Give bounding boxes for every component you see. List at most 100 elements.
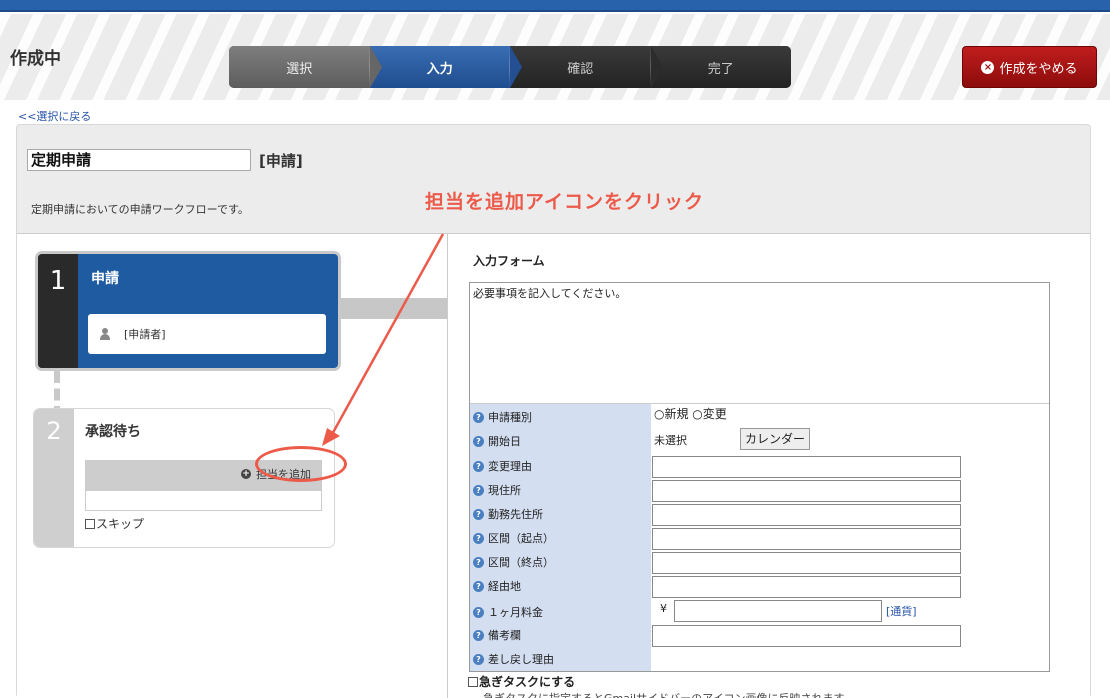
help-icon[interactable]: ? — [473, 508, 484, 520]
assignee-label: [申請者] — [124, 328, 166, 341]
form-note: 必要事項を記入してください。 — [473, 287, 627, 300]
help-icon[interactable]: ? — [473, 435, 484, 447]
workflow-pane: 1 申請 [申請者] 2 承認待ち + 担当を追加 スキップ — [17, 234, 447, 698]
field-label-text: １ヶ月料金 — [488, 606, 543, 619]
step-input-label: 入力 — [426, 61, 453, 77]
urgent-task-note: 急ぎタスクに指定するとGmailサイドバーのアイコン画像に反映されます — [483, 690, 845, 698]
field-label-text: 差し戻し理由 — [488, 653, 554, 666]
request-name-field[interactable]: 定期申請 — [27, 149, 251, 171]
field-row-return-reason: ? 差し戻し理由 — [470, 646, 1049, 670]
field-label-via: ? 経由地 — [473, 578, 521, 594]
type-radio-group[interactable]: ○新規 ○変更 — [654, 405, 727, 422]
main-panel: 定期申請 [申請] 定期申請においての申請ワークフローです。 担当を追加アイコン… — [16, 124, 1091, 698]
field-row-start: ? 開始日 未選択 カレンダー — [470, 428, 1049, 452]
help-icon[interactable]: ? — [473, 411, 484, 423]
calendar-button[interactable]: カレンダー — [740, 428, 810, 450]
monthly-fee-input[interactable] — [674, 600, 882, 622]
step-number: 2 — [34, 409, 74, 547]
field-row-to: ? 区間（終点） — [470, 549, 1049, 574]
currency-link[interactable]: [通貨] — [886, 603, 917, 619]
field-row-type: ? 申請種別 ○新規 ○変更 — [470, 404, 1049, 428]
field-label-text: 備考欄 — [488, 629, 521, 642]
field-row-reason: ? 変更理由 — [470, 453, 1049, 478]
field-label-start: ? 開始日 — [473, 433, 521, 449]
step-title: 承認待ち — [85, 424, 141, 440]
field-label-address: ? 現住所 — [473, 482, 521, 498]
field-row-via: ? 経由地 — [470, 573, 1049, 598]
step-number: 1 — [38, 254, 78, 368]
field-label-text: 区間（終点） — [488, 556, 554, 569]
field-row-from: ? 区間（起点） — [470, 525, 1049, 550]
field-label-text: 経由地 — [488, 580, 521, 593]
field-label-reason: ? 変更理由 — [473, 458, 532, 474]
step-input: 入力 — [369, 46, 522, 88]
top-bar — [0, 0, 1110, 12]
help-icon[interactable]: ? — [473, 653, 484, 665]
field-label-text: 開始日 — [488, 435, 521, 448]
help-icon[interactable]: ? — [473, 460, 484, 472]
help-icon[interactable]: ? — [473, 606, 484, 618]
page-title: 作成中 — [10, 49, 61, 69]
step-complete-label: 完了 — [707, 61, 734, 77]
field-label-from: ? 区間（起点） — [473, 530, 554, 546]
header: 作成中 選択 入力 確認 完了 × 作成をやめる — [0, 14, 1110, 100]
cancel-creation-label: 作成をやめる — [999, 61, 1078, 77]
urgent-task-label: 急ぎタスクにする — [479, 675, 576, 689]
form-pane: 入力フォーム 必要事項を記入してください。 ? 申請種別 ○新規 ○変更 ? 開始日… — [447, 234, 1090, 698]
skip-label: スキップ — [96, 517, 145, 531]
reason-input[interactable] — [652, 456, 961, 478]
start-date-value: 未選択 — [654, 434, 687, 447]
checkbox-box[interactable] — [468, 676, 478, 687]
help-icon[interactable]: ? — [473, 484, 484, 496]
help-icon[interactable]: ? — [473, 532, 484, 544]
field-label-text: 区間（起点） — [488, 532, 554, 545]
help-icon[interactable]: ? — [473, 556, 484, 568]
step-confirm: 確認 — [510, 46, 663, 88]
step-title: 申請 — [91, 271, 119, 287]
skip-checkbox[interactable]: スキップ — [85, 515, 144, 532]
field-label-text: 勤務先住所 — [488, 508, 543, 521]
request-type-label: [申請] — [259, 152, 303, 170]
field-label-office: ? 勤務先住所 — [473, 506, 543, 522]
field-row-fee: ? １ヶ月料金 ¥ [通貨] — [470, 599, 1049, 623]
section-end-input[interactable] — [652, 552, 961, 574]
field-label-type: ? 申請種別 — [473, 409, 532, 425]
step-complete: 完了 — [650, 46, 791, 88]
workflow-step-apply[interactable]: 1 申請 [申請者] — [35, 251, 341, 371]
help-icon[interactable]: ? — [473, 580, 484, 592]
plus-circle-icon: + — [241, 469, 251, 479]
request-description: 定期申請においての申請ワークフローです。 — [31, 203, 249, 216]
field-row-remarks: ? 備考欄 — [470, 622, 1049, 647]
remarks-input[interactable] — [652, 625, 961, 647]
field-label-fee: ? １ヶ月料金 — [473, 604, 543, 620]
instruction-annotation: 担当を追加アイコンをクリック — [425, 191, 705, 213]
highlight-ellipse — [255, 446, 347, 482]
field-row-address: ? 現住所 — [470, 477, 1049, 502]
form-title: 入力フォーム — [473, 254, 545, 268]
address-input[interactable] — [652, 480, 961, 502]
office-address-input[interactable] — [652, 504, 961, 526]
field-label-text: 変更理由 — [488, 460, 532, 473]
input-form: 必要事項を記入してください。 ? 申請種別 ○新規 ○変更 ? 開始日 未選択 カレ… — [469, 282, 1050, 672]
close-circle-icon: × — [981, 60, 995, 74]
section-start-input[interactable] — [652, 528, 961, 550]
field-label-to: ? 区間（終点） — [473, 554, 554, 570]
field-label-return-reason: ? 差し戻し理由 — [473, 651, 554, 667]
field-label-remarks: ? 備考欄 — [473, 627, 521, 643]
back-to-select-link[interactable]: <<選択に戻る — [18, 108, 91, 124]
field-row-office: ? 勤務先住所 — [470, 501, 1049, 526]
step-select: 選択 — [229, 46, 382, 88]
urgent-task-checkbox[interactable]: 急ぎタスクにする — [468, 673, 575, 690]
field-label-text: 現住所 — [488, 484, 521, 497]
step-select-label: 選択 — [286, 61, 313, 77]
step-confirm-label: 確認 — [567, 61, 594, 77]
checkbox-box[interactable] — [85, 518, 95, 529]
person-icon — [100, 328, 110, 340]
via-input[interactable] — [652, 576, 961, 598]
help-icon[interactable]: ? — [473, 629, 484, 641]
cancel-creation-button[interactable]: × 作成をやめる — [962, 46, 1097, 88]
progress-steps: 選択 入力 確認 完了 — [229, 46, 791, 88]
assignee-box: [申請者] — [88, 314, 326, 354]
field-label-text: 申請種別 — [488, 411, 532, 424]
workflow-connector — [339, 298, 447, 319]
